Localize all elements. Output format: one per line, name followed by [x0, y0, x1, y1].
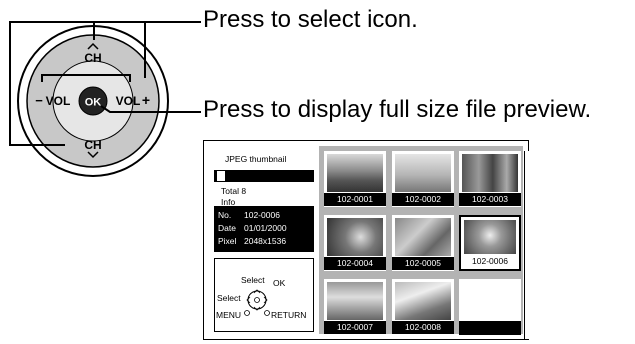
- ok-label: OK: [85, 97, 102, 109]
- empty-thumbnail-slot: [459, 279, 521, 335]
- thumbnail-image: [395, 218, 451, 256]
- info-row-pixel: Pixel 2048x1536: [218, 236, 287, 246]
- thumbnail-image: [462, 154, 518, 192]
- thumbnail-item[interactable]: 102-0004: [324, 215, 386, 271]
- thumbnail-image: [464, 220, 516, 254]
- thumbnail-label: 102-0002: [392, 193, 454, 206]
- vol-plus-sign: +: [142, 92, 150, 108]
- thumbnail-item[interactable]: 102-0006: [459, 215, 521, 271]
- thumbnail-label: 102-0007: [324, 321, 386, 334]
- select-callout: Press to select icon.: [203, 6, 418, 33]
- info-panel: JPEG thumbnail Total 8 Info No. 102-0006 …: [211, 146, 314, 334]
- thumbnail-screen: JPEG thumbnail Total 8 Info No. 102-0006 …: [203, 140, 531, 340]
- thumbnail-item[interactable]: 102-0003: [459, 151, 521, 207]
- info-row-no: No. 102-0006: [218, 210, 280, 220]
- help-box: Select OK Select MENU RETURN: [214, 258, 314, 332]
- help-select-left: Select: [217, 293, 241, 303]
- file-icon: [217, 171, 225, 181]
- thumbnail-grid: 102-0001 102-0002 102-0003 102-0004 102-0005…: [319, 146, 531, 339]
- thumbnail-item[interactable]: 102-0001: [324, 151, 386, 207]
- thumbnail-image: [327, 154, 383, 192]
- vol-plus-label[interactable]: VOL: [116, 94, 141, 108]
- thumbnail-item[interactable]: 102-0005: [392, 215, 454, 271]
- thumbnail-item[interactable]: 102-0007: [324, 279, 386, 335]
- file-bar: [214, 170, 314, 182]
- ch-down-label[interactable]: CH: [84, 138, 101, 152]
- thumbnail-image: [395, 282, 451, 320]
- vol-minus-sign: −: [35, 93, 43, 108]
- thumbnail-image: [327, 218, 383, 256]
- thumbnail-label: 102-0003: [459, 193, 521, 206]
- thumbnail-label: 102-0005: [392, 257, 454, 270]
- thumbnail-item[interactable]: 102-0008: [392, 279, 454, 335]
- info-box: No. 102-0006 Date 01/01/2000 Pixel 2048x153…: [214, 206, 314, 252]
- screen-heading: JPEG thumbnail: [225, 154, 287, 164]
- thumbnail-image: [327, 282, 383, 320]
- ch-up-label[interactable]: CH: [84, 51, 101, 65]
- thumbnail-label: 102-0001: [324, 193, 386, 206]
- thumbnail-label: 102-0008: [392, 321, 454, 334]
- total-count: Total 8: [221, 186, 247, 196]
- preview-callout: Press to display full size file preview.: [203, 96, 592, 123]
- scrollbar[interactable]: [524, 151, 531, 339]
- help-menu: MENU: [216, 310, 242, 320]
- thumbnail-label: 102-0006: [461, 255, 519, 268]
- info-row-date: Date 01/01/2000: [218, 223, 287, 233]
- thumbnail-item[interactable]: 102-0002: [392, 151, 454, 207]
- help-return: RETURN: [271, 310, 307, 320]
- thumbnail-label: 102-0004: [324, 257, 386, 270]
- thumbnail-image: [395, 154, 451, 192]
- vol-minus-label[interactable]: VOL: [46, 94, 71, 108]
